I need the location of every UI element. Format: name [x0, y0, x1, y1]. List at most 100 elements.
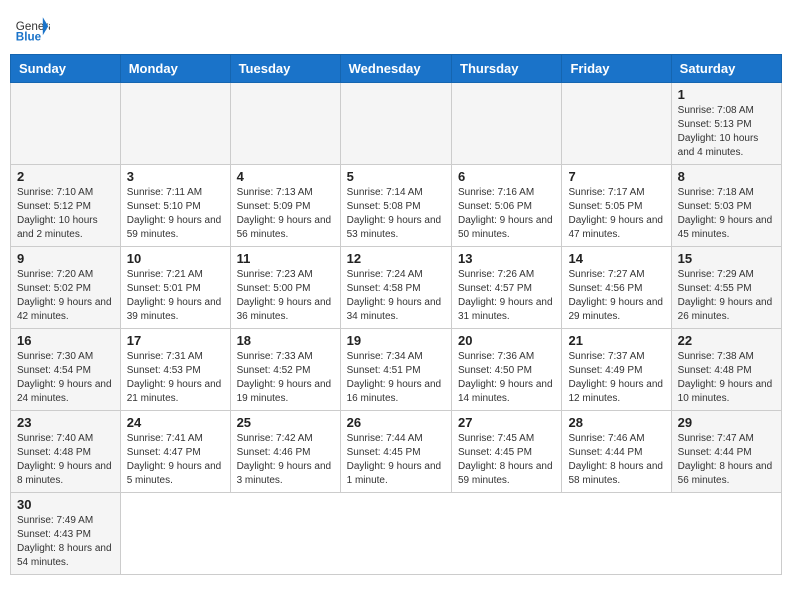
calendar-day-3: 3 Sunrise: 7:11 AM Sunset: 5:10 PM Daylig… [120, 165, 230, 247]
day-info-28: Sunrise: 7:46 AM Sunset: 4:44 PM Dayligh… [568, 432, 664, 488]
day-number-21: 21 [568, 333, 664, 348]
calendar-day-27: 27 Sunrise: 7:45 AM Sunset: 4:45 PM Dayli… [452, 411, 562, 493]
day-number-5: 5 [347, 169, 445, 184]
calendar-day-empty [120, 83, 230, 165]
calendar-day-12: 12 Sunrise: 7:24 AM Sunset: 4:58 PM Dayli… [340, 247, 451, 329]
calendar-day-empty [452, 83, 562, 165]
day-info-6: Sunrise: 7:16 AM Sunset: 5:06 PM Dayligh… [458, 186, 555, 242]
calendar-day-26: 26 Sunrise: 7:44 AM Sunset: 4:45 PM Dayli… [340, 411, 451, 493]
day-info-4: Sunrise: 7:13 AM Sunset: 5:09 PM Dayligh… [237, 186, 334, 242]
calendar-day-empty [562, 83, 671, 165]
day-number-9: 9 [17, 251, 114, 266]
calendar-day-30: 30 Sunrise: 7:49 AM Sunset: 4:43 PM Dayli… [11, 493, 121, 575]
day-info-5: Sunrise: 7:14 AM Sunset: 5:08 PM Dayligh… [347, 186, 445, 242]
day-info-18: Sunrise: 7:33 AM Sunset: 4:52 PM Dayligh… [237, 350, 334, 406]
day-number-12: 12 [347, 251, 445, 266]
weekday-header-thursday: Thursday [452, 55, 562, 83]
calendar-day-22: 22 Sunrise: 7:38 AM Sunset: 4:48 PM Dayli… [671, 329, 781, 411]
day-number-2: 2 [17, 169, 114, 184]
day-number-23: 23 [17, 415, 114, 430]
day-number-28: 28 [568, 415, 664, 430]
day-info-12: Sunrise: 7:24 AM Sunset: 4:58 PM Dayligh… [347, 268, 445, 324]
calendar-day-9: 9 Sunrise: 7:20 AM Sunset: 5:02 PM Daylig… [11, 247, 121, 329]
day-info-24: Sunrise: 7:41 AM Sunset: 4:47 PM Dayligh… [127, 432, 224, 488]
calendar-day-16: 16Sunrise: 7:30 AM Sunset: 4:54 PM Dayli… [11, 329, 121, 411]
day-number-1: 1 [678, 87, 775, 102]
day-number-26: 26 [347, 415, 445, 430]
day-info-20: Sunrise: 7:36 AM Sunset: 4:50 PM Dayligh… [458, 350, 555, 406]
day-info-11: Sunrise: 7:23 AM Sunset: 5:00 PM Dayligh… [237, 268, 334, 324]
weekday-header-friday: Friday [562, 55, 671, 83]
day-number-13: 13 [458, 251, 555, 266]
day-info-8: Sunrise: 7:18 AM Sunset: 5:03 PM Dayligh… [678, 186, 775, 242]
svg-text:Blue: Blue [16, 31, 42, 44]
weekday-header-tuesday: Tuesday [230, 55, 340, 83]
day-info-7: Sunrise: 7:17 AM Sunset: 5:05 PM Dayligh… [568, 186, 664, 242]
calendar-day-empty [11, 83, 121, 165]
calendar-day-21: 21 Sunrise: 7:37 AM Sunset: 4:49 PM Dayli… [562, 329, 671, 411]
calendar-day-2: 2 Sunrise: 7:10 AM Sunset: 5:12 PM Daylig… [11, 165, 121, 247]
day-info-21: Sunrise: 7:37 AM Sunset: 4:49 PM Dayligh… [568, 350, 664, 406]
weekday-header-saturday: Saturday [671, 55, 781, 83]
day-info-10: Sunrise: 7:21 AM Sunset: 5:01 PM Dayligh… [127, 268, 224, 324]
calendar-day-10: 10Sunrise: 7:21 AM Sunset: 5:01 PM Dayli… [120, 247, 230, 329]
day-number-18: 18 [237, 333, 334, 348]
day-info-26: Sunrise: 7:44 AM Sunset: 4:45 PM Dayligh… [347, 432, 445, 488]
calendar-row-4: 23 Sunrise: 7:40 AM Sunset: 4:48 PM Dayli… [11, 411, 782, 493]
calendar-day-8: 8 Sunrise: 7:18 AM Sunset: 5:03 PM Daylig… [671, 165, 781, 247]
day-info-15: Sunrise: 7:29 AM Sunset: 4:55 PM Dayligh… [678, 268, 775, 324]
calendar-day-24: 24Sunrise: 7:41 AM Sunset: 4:47 PM Dayli… [120, 411, 230, 493]
day-number-15: 15 [678, 251, 775, 266]
calendar-row-1: 2 Sunrise: 7:10 AM Sunset: 5:12 PM Daylig… [11, 165, 782, 247]
day-info-9: Sunrise: 7:20 AM Sunset: 5:02 PM Dayligh… [17, 268, 114, 324]
day-number-29: 29 [678, 415, 775, 430]
calendar-row-3: 16Sunrise: 7:30 AM Sunset: 4:54 PM Dayli… [11, 329, 782, 411]
calendar-day-1: 1 Sunrise: 7:08 AM Sunset: 5:13 PM Daylig… [671, 83, 781, 165]
calendar-day-empty [340, 83, 451, 165]
day-number-7: 7 [568, 169, 664, 184]
day-number-19: 19 [347, 333, 445, 348]
day-info-3: Sunrise: 7:11 AM Sunset: 5:10 PM Dayligh… [127, 186, 224, 242]
day-number-4: 4 [237, 169, 334, 184]
calendar-day-15: 15 Sunrise: 7:29 AM Sunset: 4:55 PM Dayli… [671, 247, 781, 329]
calendar-day-empty [230, 83, 340, 165]
day-number-16: 16 [17, 333, 114, 348]
day-info-23: Sunrise: 7:40 AM Sunset: 4:48 PM Dayligh… [17, 432, 114, 488]
day-number-27: 27 [458, 415, 555, 430]
calendar-day-28: 28 Sunrise: 7:46 AM Sunset: 4:44 PM Dayli… [562, 411, 671, 493]
day-info-30: Sunrise: 7:49 AM Sunset: 4:43 PM Dayligh… [17, 514, 114, 570]
calendar-day-17: 17 Sunrise: 7:31 AM Sunset: 4:53 PM Dayli… [120, 329, 230, 411]
day-info-19: Sunrise: 7:34 AM Sunset: 4:51 PM Dayligh… [347, 350, 445, 406]
calendar-day-11: 11 Sunrise: 7:23 AM Sunset: 5:00 PM Dayli… [230, 247, 340, 329]
weekday-header-sunday: Sunday [11, 55, 121, 83]
calendar: SundayMondayTuesdayWednesdayThursdayFrid… [10, 54, 782, 575]
calendar-day-23: 23 Sunrise: 7:40 AM Sunset: 4:48 PM Dayli… [11, 411, 121, 493]
calendar-day-14: 14Sunrise: 7:27 AM Sunset: 4:56 PM Dayli… [562, 247, 671, 329]
header: General Blue [10, 10, 782, 46]
day-info-13: Sunrise: 7:26 AM Sunset: 4:57 PM Dayligh… [458, 268, 555, 324]
weekday-header-wednesday: Wednesday [340, 55, 451, 83]
logo: General Blue [14, 10, 50, 46]
day-number-22: 22 [678, 333, 775, 348]
day-number-3: 3 [127, 169, 224, 184]
calendar-day-18: 18 Sunrise: 7:33 AM Sunset: 4:52 PM Dayli… [230, 329, 340, 411]
weekday-header-row: SundayMondayTuesdayWednesdayThursdayFrid… [11, 55, 782, 83]
day-info-17: Sunrise: 7:31 AM Sunset: 4:53 PM Dayligh… [127, 350, 224, 406]
day-info-22: Sunrise: 7:38 AM Sunset: 4:48 PM Dayligh… [678, 350, 775, 406]
calendar-day-4: 4 Sunrise: 7:13 AM Sunset: 5:09 PM Daylig… [230, 165, 340, 247]
logo-icon: General Blue [14, 10, 50, 46]
calendar-row-2: 9 Sunrise: 7:20 AM Sunset: 5:02 PM Daylig… [11, 247, 782, 329]
day-number-20: 20 [458, 333, 555, 348]
day-number-11: 11 [237, 251, 334, 266]
calendar-day-13: 13 Sunrise: 7:26 AM Sunset: 4:57 PM Dayli… [452, 247, 562, 329]
weekday-header-monday: Monday [120, 55, 230, 83]
day-number-6: 6 [458, 169, 555, 184]
day-number-25: 25 [237, 415, 334, 430]
day-info-2: Sunrise: 7:10 AM Sunset: 5:12 PM Dayligh… [17, 186, 114, 242]
day-info-27: Sunrise: 7:45 AM Sunset: 4:45 PM Dayligh… [458, 432, 555, 488]
calendar-row-5: 30 Sunrise: 7:49 AM Sunset: 4:43 PM Dayli… [11, 493, 782, 575]
day-number-8: 8 [678, 169, 775, 184]
day-info-1: Sunrise: 7:08 AM Sunset: 5:13 PM Dayligh… [678, 104, 775, 160]
day-number-30: 30 [17, 497, 114, 512]
day-number-17: 17 [127, 333, 224, 348]
